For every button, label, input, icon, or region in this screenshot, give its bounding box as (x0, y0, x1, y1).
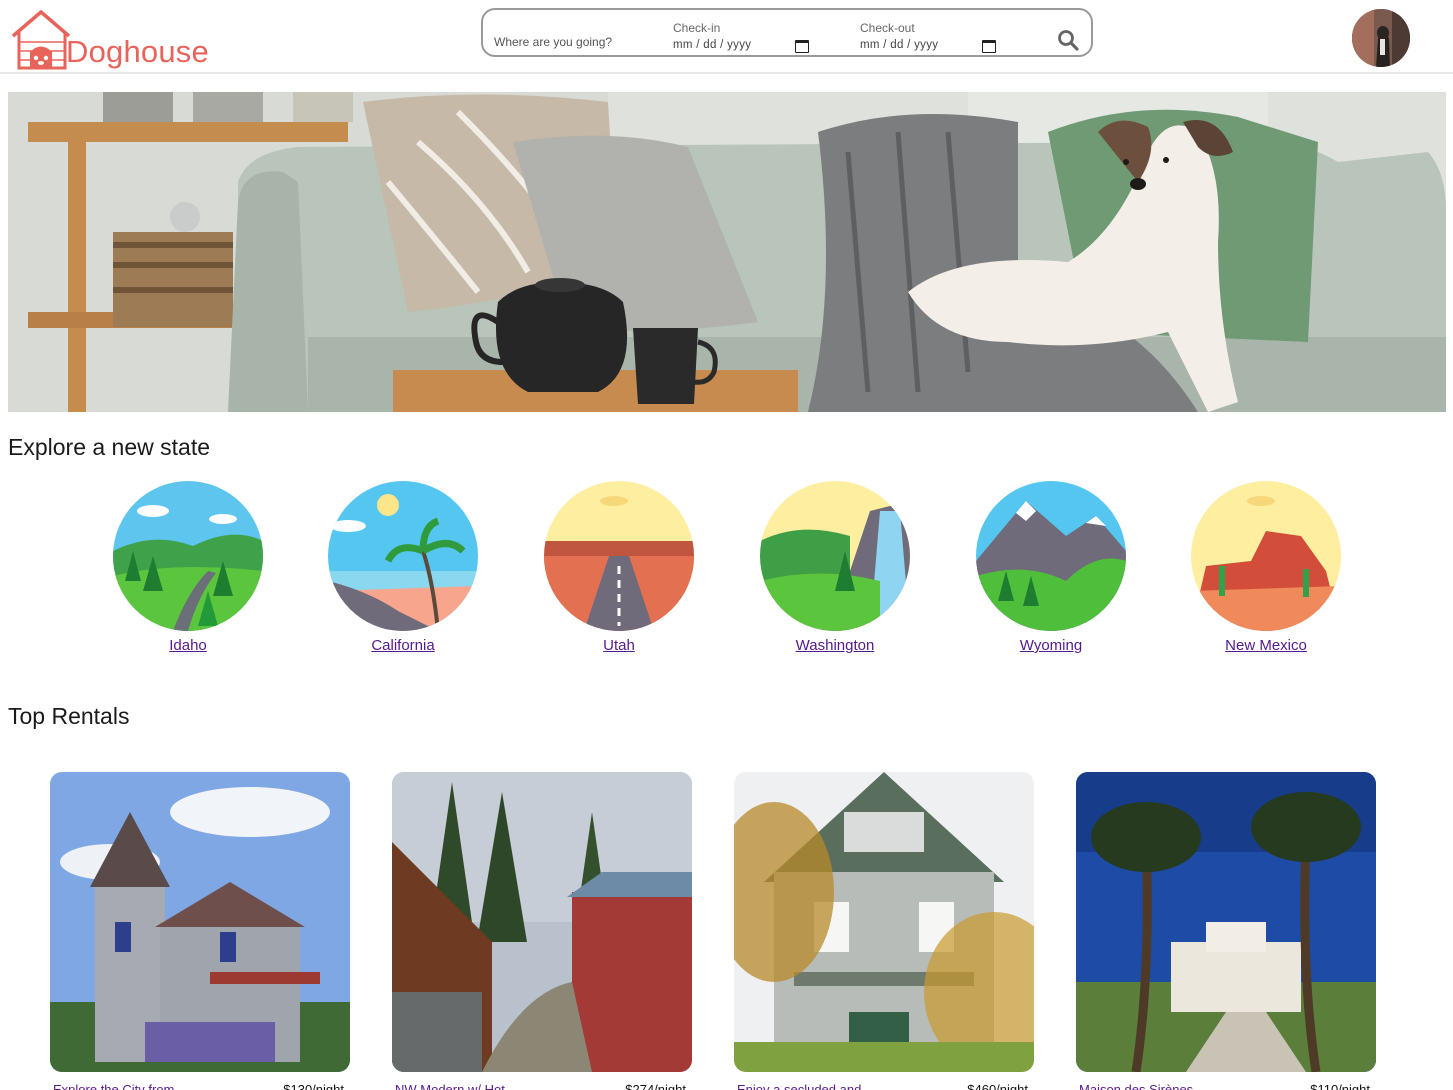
rental-card[interactable]: Explore the City from $130/night (50, 772, 350, 1090)
explore-section-title: Explore a new state (8, 434, 211, 460)
rental-price: $130/night (283, 1082, 344, 1090)
washington-illustration[interactable] (760, 481, 910, 631)
rental-meta: Maison des Sirènes $110/night (1076, 1082, 1376, 1090)
rental-price: $110/night (1310, 1082, 1370, 1090)
rental-title-link[interactable]: Enjoy a secluded and (737, 1082, 861, 1090)
rental-meta: NW Modern w/ Hot $274/night (392, 1082, 692, 1090)
state-link-new-mexico[interactable]: New Mexico (1225, 637, 1307, 654)
search-bar: Where are you going? Check-in mm / dd / … (481, 8, 1093, 57)
state-card-new-mexico[interactable]: New Mexico (1191, 481, 1341, 655)
state-link-washington[interactable]: Washington (796, 637, 875, 654)
rental-meta: Enjoy a secluded and $460/night (734, 1082, 1034, 1090)
rental-title-link[interactable]: Maison des Sirènes (1079, 1082, 1193, 1090)
state-card-utah[interactable]: Utah (544, 481, 694, 655)
user-avatar[interactable] (1352, 9, 1410, 67)
state-card-washington[interactable]: Washington (760, 481, 910, 655)
rentals-section-title: Top Rentals (8, 703, 130, 729)
checkin-field[interactable]: Check-in mm / dd / yyyy (673, 21, 751, 51)
doghouse-logo[interactable]: Doghouse (10, 8, 209, 72)
rental-card[interactable]: Maison des Sirènes $110/night (1076, 772, 1376, 1090)
hero-banner (8, 92, 1446, 412)
rental-photo[interactable] (734, 772, 1034, 1072)
rental-meta: Explore the City from $130/night (50, 1082, 350, 1090)
rental-price: $274/night (625, 1082, 686, 1090)
state-card-idaho[interactable]: Idaho (113, 481, 263, 655)
rental-title-link[interactable]: NW Modern w/ Hot (395, 1082, 505, 1090)
utah-illustration[interactable] (544, 481, 694, 631)
state-link-california[interactable]: California (371, 637, 434, 654)
checkout-input[interactable]: mm / dd / yyyy (860, 39, 938, 51)
checkin-calendar-icon[interactable] (795, 40, 809, 53)
california-illustration[interactable] (328, 481, 478, 631)
rental-price: $460/night (967, 1082, 1028, 1090)
checkin-input[interactable]: mm / dd / yyyy (673, 39, 751, 51)
destination-input[interactable]: Where are you going? (494, 35, 612, 49)
doghouse-logo-icon (11, 10, 71, 70)
rental-card[interactable]: Enjoy a secluded and $460/night (734, 772, 1034, 1090)
checkout-label: Check-out (860, 21, 915, 35)
idaho-illustration[interactable] (113, 481, 263, 631)
state-link-utah[interactable]: Utah (603, 637, 635, 654)
state-link-wyoming[interactable]: Wyoming (1020, 637, 1082, 654)
rental-card[interactable]: NW Modern w/ Hot $274/night (392, 772, 692, 1090)
state-link-idaho[interactable]: Idaho (169, 637, 207, 654)
rental-photo[interactable] (50, 772, 350, 1072)
new-mexico-illustration[interactable] (1191, 481, 1341, 631)
checkout-calendar-icon[interactable] (982, 40, 996, 53)
rental-photo[interactable] (1076, 772, 1376, 1072)
checkout-field[interactable]: Check-out mm / dd / yyyy (860, 21, 938, 51)
state-card-wyoming[interactable]: Wyoming (976, 481, 1126, 655)
logo-text: Doghouse (66, 34, 209, 69)
search-icon[interactable] (1057, 29, 1079, 51)
rental-title-link[interactable]: Explore the City from (53, 1082, 174, 1090)
top-nav: Doghouse Where are you going? Check-in m… (0, 0, 1453, 74)
wyoming-illustration[interactable] (976, 481, 1126, 631)
checkin-label: Check-in (673, 21, 721, 35)
rental-photo[interactable] (392, 772, 692, 1072)
state-card-california[interactable]: California (328, 481, 478, 655)
